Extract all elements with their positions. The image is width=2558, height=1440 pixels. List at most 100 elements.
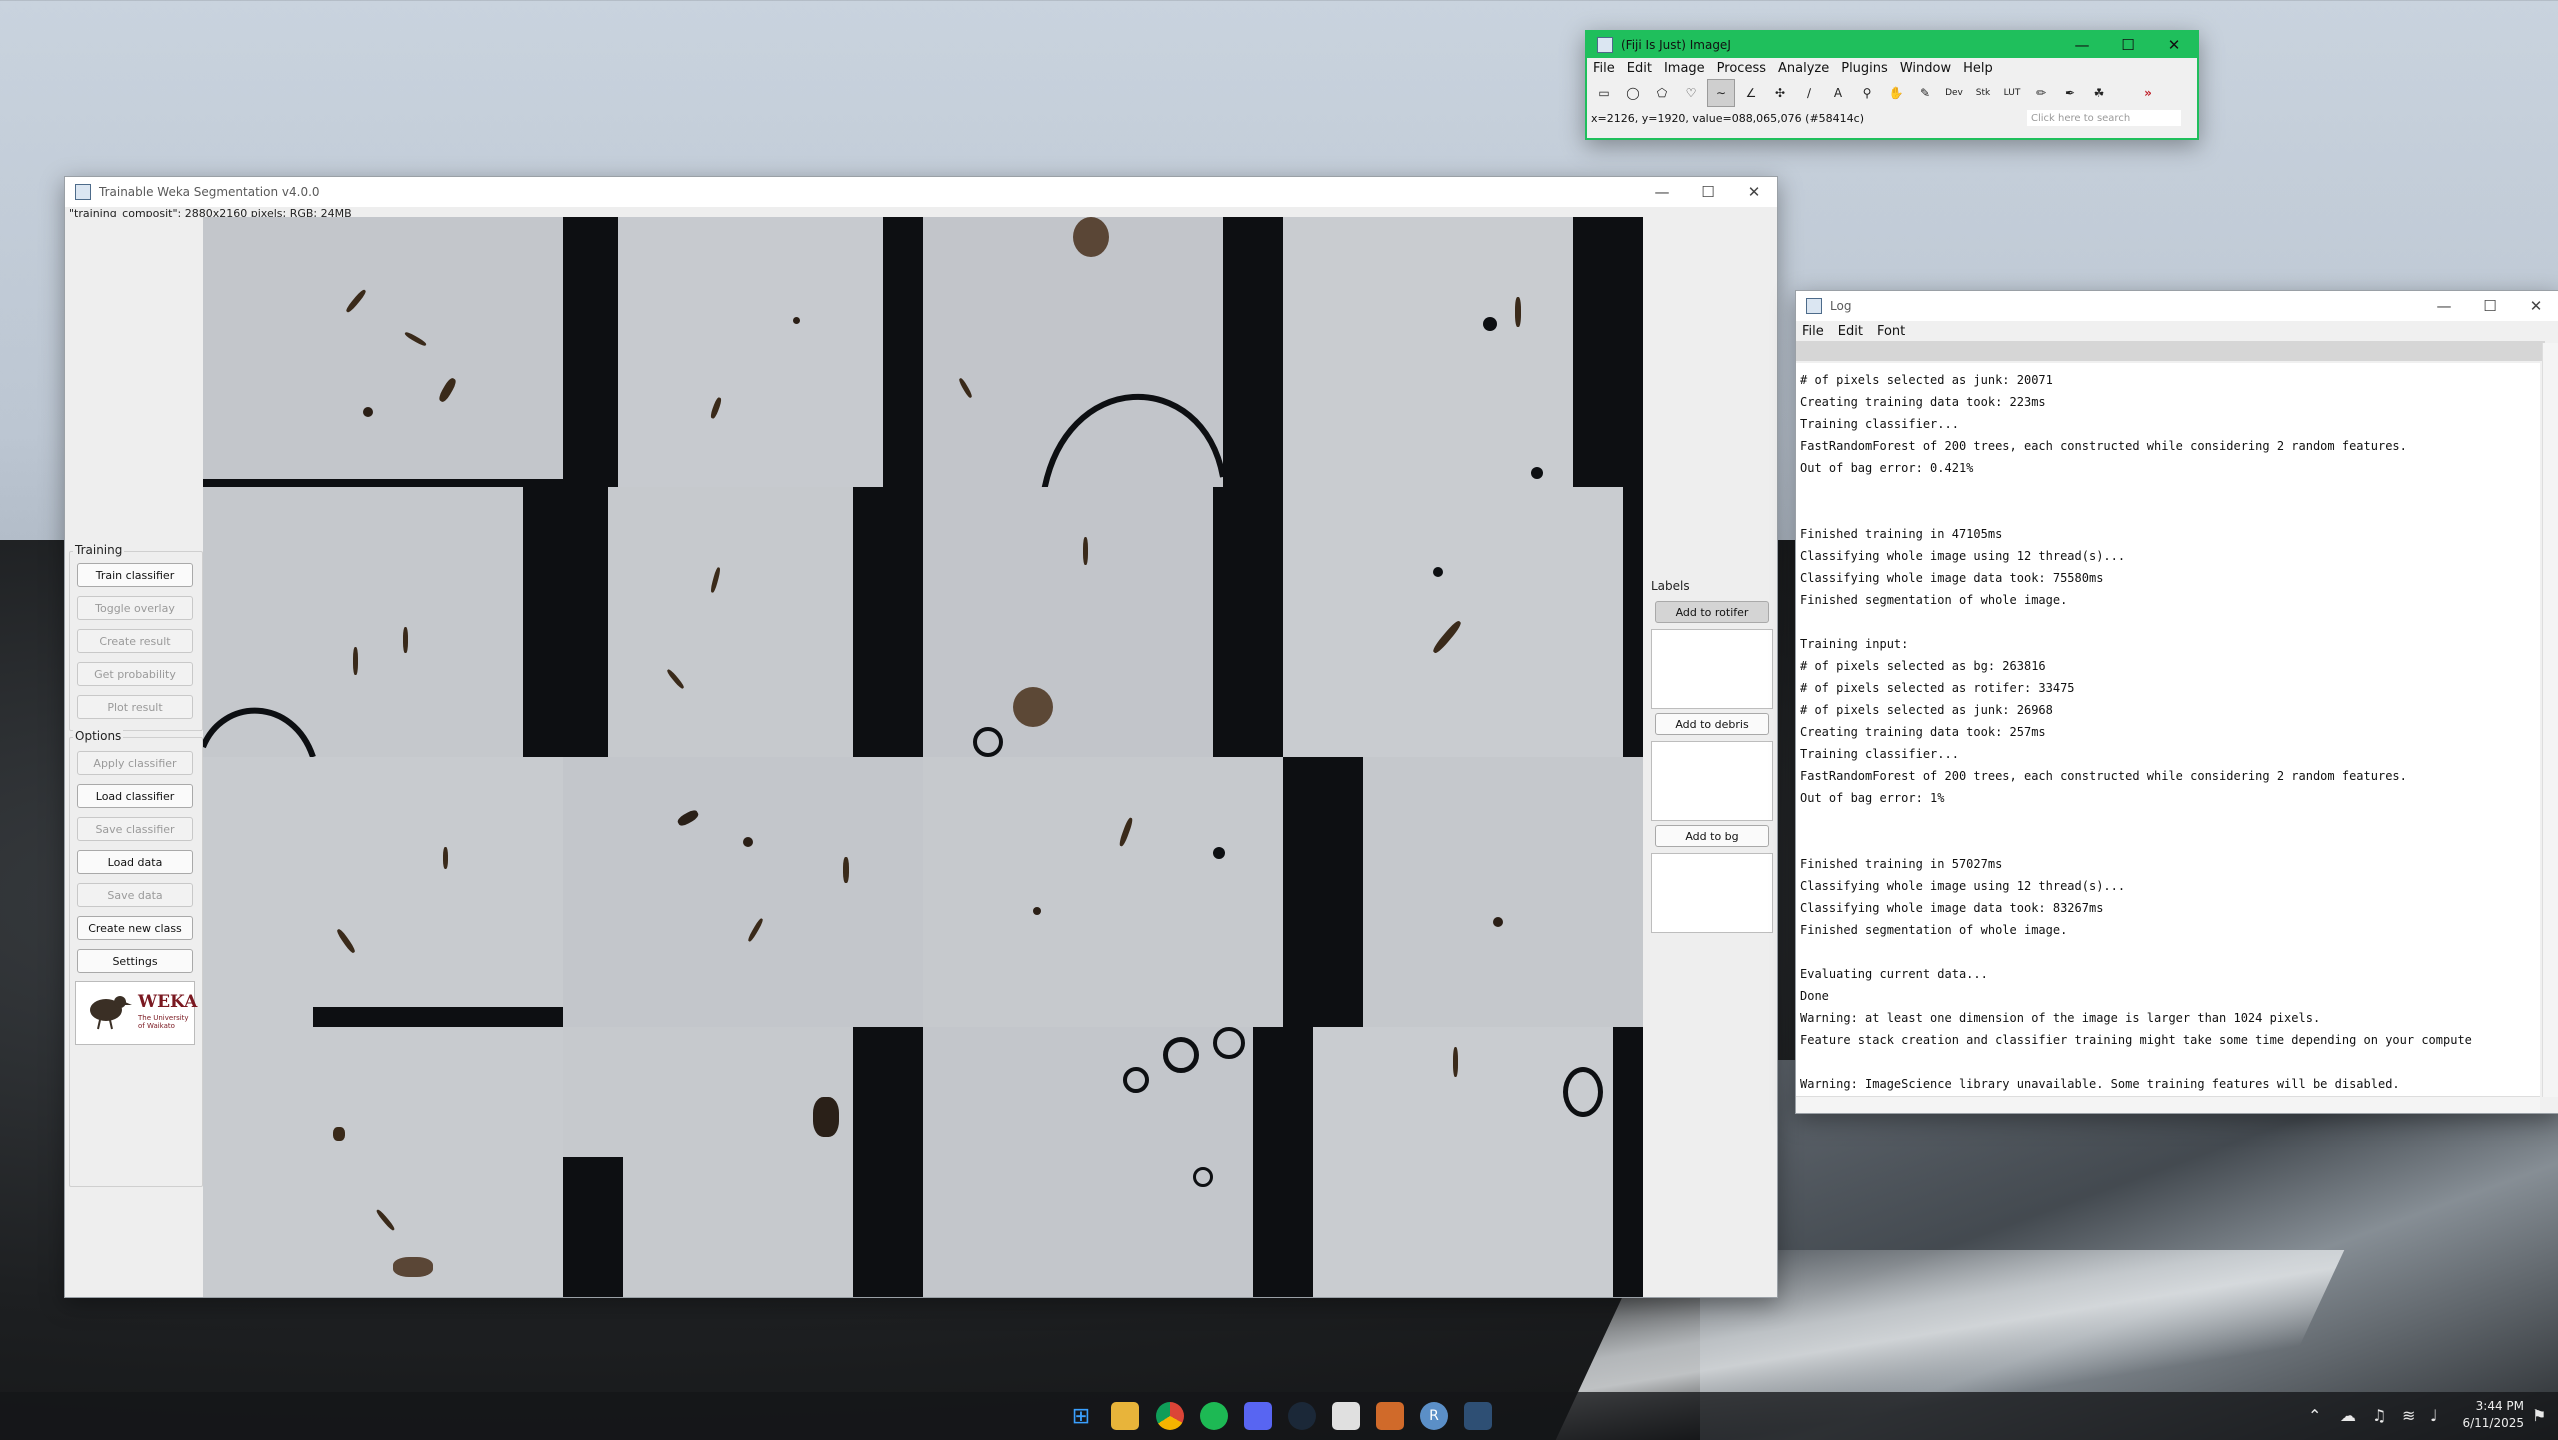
r-icon[interactable]: R — [1420, 1402, 1448, 1430]
wand-tool-icon[interactable]: ∕ — [1796, 80, 1822, 106]
log-menu-font[interactable]: Font — [1877, 324, 1905, 339]
microphone-icon[interactable]: ♫ — [2372, 1406, 2386, 1425]
file-explorer-icon[interactable] — [1111, 1402, 1139, 1430]
clock-time: 3:44 PM — [2475, 1399, 2524, 1413]
minimize-icon[interactable]: — — [2421, 291, 2467, 321]
rotifer-trace-list[interactable] — [1651, 629, 1773, 709]
clock-date: 6/11/2025 — [2462, 1416, 2524, 1430]
weka-titlebar[interactable]: Trainable Weka Segmentation v4.0.0 — ☐ ✕ — [65, 177, 1777, 207]
close-icon[interactable]: ✕ — [2151, 32, 2197, 58]
menu-file[interactable]: File — [1593, 61, 1615, 76]
maximize-icon[interactable]: ☐ — [1685, 177, 1731, 207]
rectangle-tool-icon[interactable]: ▭ — [1591, 80, 1617, 106]
pencil-tool-icon[interactable]: ✏ — [2028, 80, 2054, 106]
close-icon[interactable]: ✕ — [2513, 291, 2558, 321]
flood-fill-tool-icon[interactable]: ☘ — [2086, 80, 2112, 106]
image-tile — [203, 1027, 563, 1297]
maximize-icon[interactable]: ☐ — [2105, 32, 2151, 58]
status-text: x=2126, y=1920, value=088,065,076 (#5841… — [1591, 111, 1865, 125]
point-tool-icon[interactable]: ✣ — [1767, 80, 1793, 106]
minimize-icon[interactable]: — — [2059, 32, 2105, 58]
train-classifier-button[interactable]: Train classifier — [77, 563, 193, 587]
log-line: Classifying whole image using 12 thread(… — [1800, 879, 2126, 893]
apply-classifier-button[interactable]: Apply classifier — [77, 751, 193, 775]
save-classifier-button[interactable]: Save classifier — [77, 817, 193, 841]
close-icon[interactable]: ✕ — [1731, 177, 1777, 207]
app-icon[interactable] — [1332, 1402, 1360, 1430]
notification-icon[interactable]: ⚑ — [2532, 1406, 2546, 1425]
discord-icon[interactable] — [1244, 1402, 1272, 1430]
polygon-tool-icon[interactable]: ⬠ — [1649, 80, 1675, 106]
log-line: # of pixels selected as junk: 26968 — [1800, 703, 2053, 717]
network-icon[interactable]: ☁ — [2340, 1406, 2356, 1425]
log-titlebar[interactable]: Log — ☐ ✕ — [1796, 291, 2558, 321]
oval-tool-icon[interactable]: ◯ — [1620, 80, 1646, 106]
menu-process[interactable]: Process — [1717, 61, 1766, 76]
vertical-scrollbar[interactable] — [2542, 343, 2558, 1097]
menu-image[interactable]: Image — [1664, 61, 1705, 76]
chrome-icon[interactable] — [1156, 1402, 1184, 1430]
text-tool-icon[interactable]: A — [1825, 80, 1851, 106]
menu-help[interactable]: Help — [1963, 61, 1993, 76]
load-classifier-button[interactable]: Load classifier — [77, 784, 193, 808]
menu-window[interactable]: Window — [1900, 61, 1951, 76]
bg-trace-list[interactable] — [1651, 853, 1773, 933]
add-to-bg-button[interactable]: Add to bg — [1655, 825, 1769, 847]
labels-title: Labels — [1651, 579, 1690, 593]
fiji-icon[interactable] — [1464, 1402, 1492, 1430]
angle-tool-icon[interactable]: ∠ — [1738, 80, 1764, 106]
debris-trace-list[interactable] — [1651, 741, 1773, 821]
imagej-statusbar: x=2126, y=1920, value=088,065,076 (#5841… — [1587, 108, 2197, 128]
save-data-button[interactable]: Save data — [77, 883, 193, 907]
steam-icon[interactable] — [1288, 1402, 1316, 1430]
dev-tool-icon[interactable]: Dev — [1941, 80, 1967, 106]
settings-button[interactable]: Settings — [77, 949, 193, 973]
hand-tool-icon[interactable]: ✋ — [1883, 80, 1909, 106]
log-menu-file[interactable]: File — [1802, 324, 1824, 339]
search-input[interactable]: Click here to search — [2027, 110, 2181, 126]
imagej-titlebar[interactable]: (Fiji Is Just) ImageJ — ☐ ✕ — [1587, 32, 2197, 58]
toggle-overlay-button[interactable]: Toggle overlay — [77, 596, 193, 620]
add-to-rotifer-button[interactable]: Add to rotifer — [1655, 601, 1769, 623]
more-tools-icon[interactable]: » — [2135, 80, 2161, 106]
line-tool-icon[interactable]: ∼ — [1707, 79, 1735, 107]
lut-tool-icon[interactable]: LUT — [1999, 80, 2025, 106]
log-line: Finished segmentation of whole image. — [1800, 593, 2068, 607]
log-line: # of pixels selected as junk: 20071 — [1800, 373, 2053, 387]
load-data-button[interactable]: Load data — [77, 850, 193, 874]
get-probability-button[interactable]: Get probability — [77, 662, 193, 686]
image-tile — [563, 757, 923, 1027]
image-tile — [1283, 1027, 1643, 1297]
dropper-tool-icon[interactable]: ✎ — [1912, 80, 1938, 106]
left-panel: Training Train classifier Toggle overlay… — [65, 217, 203, 1297]
brush-tool-icon[interactable]: ✒ — [2057, 80, 2083, 106]
menu-plugins[interactable]: Plugins — [1841, 61, 1888, 76]
log-line: Warning: ImageScience library unavailabl… — [1800, 1077, 2400, 1091]
app-icon-2[interactable] — [1376, 1402, 1404, 1430]
freehand-tool-icon[interactable]: ♡ — [1678, 80, 1704, 106]
log-line: # of pixels selected as rotifer: 33475 — [1800, 681, 2075, 695]
create-new-class-button[interactable]: Create new class — [77, 916, 193, 940]
add-to-debris-button[interactable]: Add to debris — [1655, 713, 1769, 735]
maximize-icon[interactable]: ☐ — [2467, 291, 2513, 321]
wifi-icon[interactable]: ≋ — [2402, 1406, 2415, 1425]
log-menu-edit[interactable]: Edit — [1838, 324, 1863, 339]
horizontal-scrollbar[interactable] — [1796, 1096, 2540, 1113]
taskbar: ⊞ R ⌃ ☁ ♫ ≋ ♩ 3:44 PM 6/11/2025 ⚑ — [0, 1392, 2558, 1440]
spotify-icon[interactable] — [1200, 1402, 1228, 1430]
windows-start-icon[interactable]: ⊞ — [1067, 1402, 1095, 1430]
magnifier-tool-icon[interactable]: ⚲ — [1854, 80, 1880, 106]
stk-tool-icon[interactable]: Stk — [1970, 80, 1996, 106]
chevron-up-icon[interactable]: ⌃ — [2308, 1406, 2321, 1425]
create-result-button[interactable]: Create result — [77, 629, 193, 653]
menu-edit[interactable]: Edit — [1627, 61, 1652, 76]
log-line: Out of bag error: 1% — [1800, 791, 1945, 805]
minimize-icon[interactable]: — — [1639, 177, 1685, 207]
plot-result-button[interactable]: Plot result — [77, 695, 193, 719]
log-text-area[interactable]: # of pixels selected as junk: 20071 Creat… — [1796, 363, 2540, 1097]
clock[interactable]: 3:44 PM 6/11/2025 — [2432, 1398, 2524, 1432]
image-canvas[interactable] — [203, 217, 1643, 1297]
menu-analyze[interactable]: Analyze — [1778, 61, 1829, 76]
